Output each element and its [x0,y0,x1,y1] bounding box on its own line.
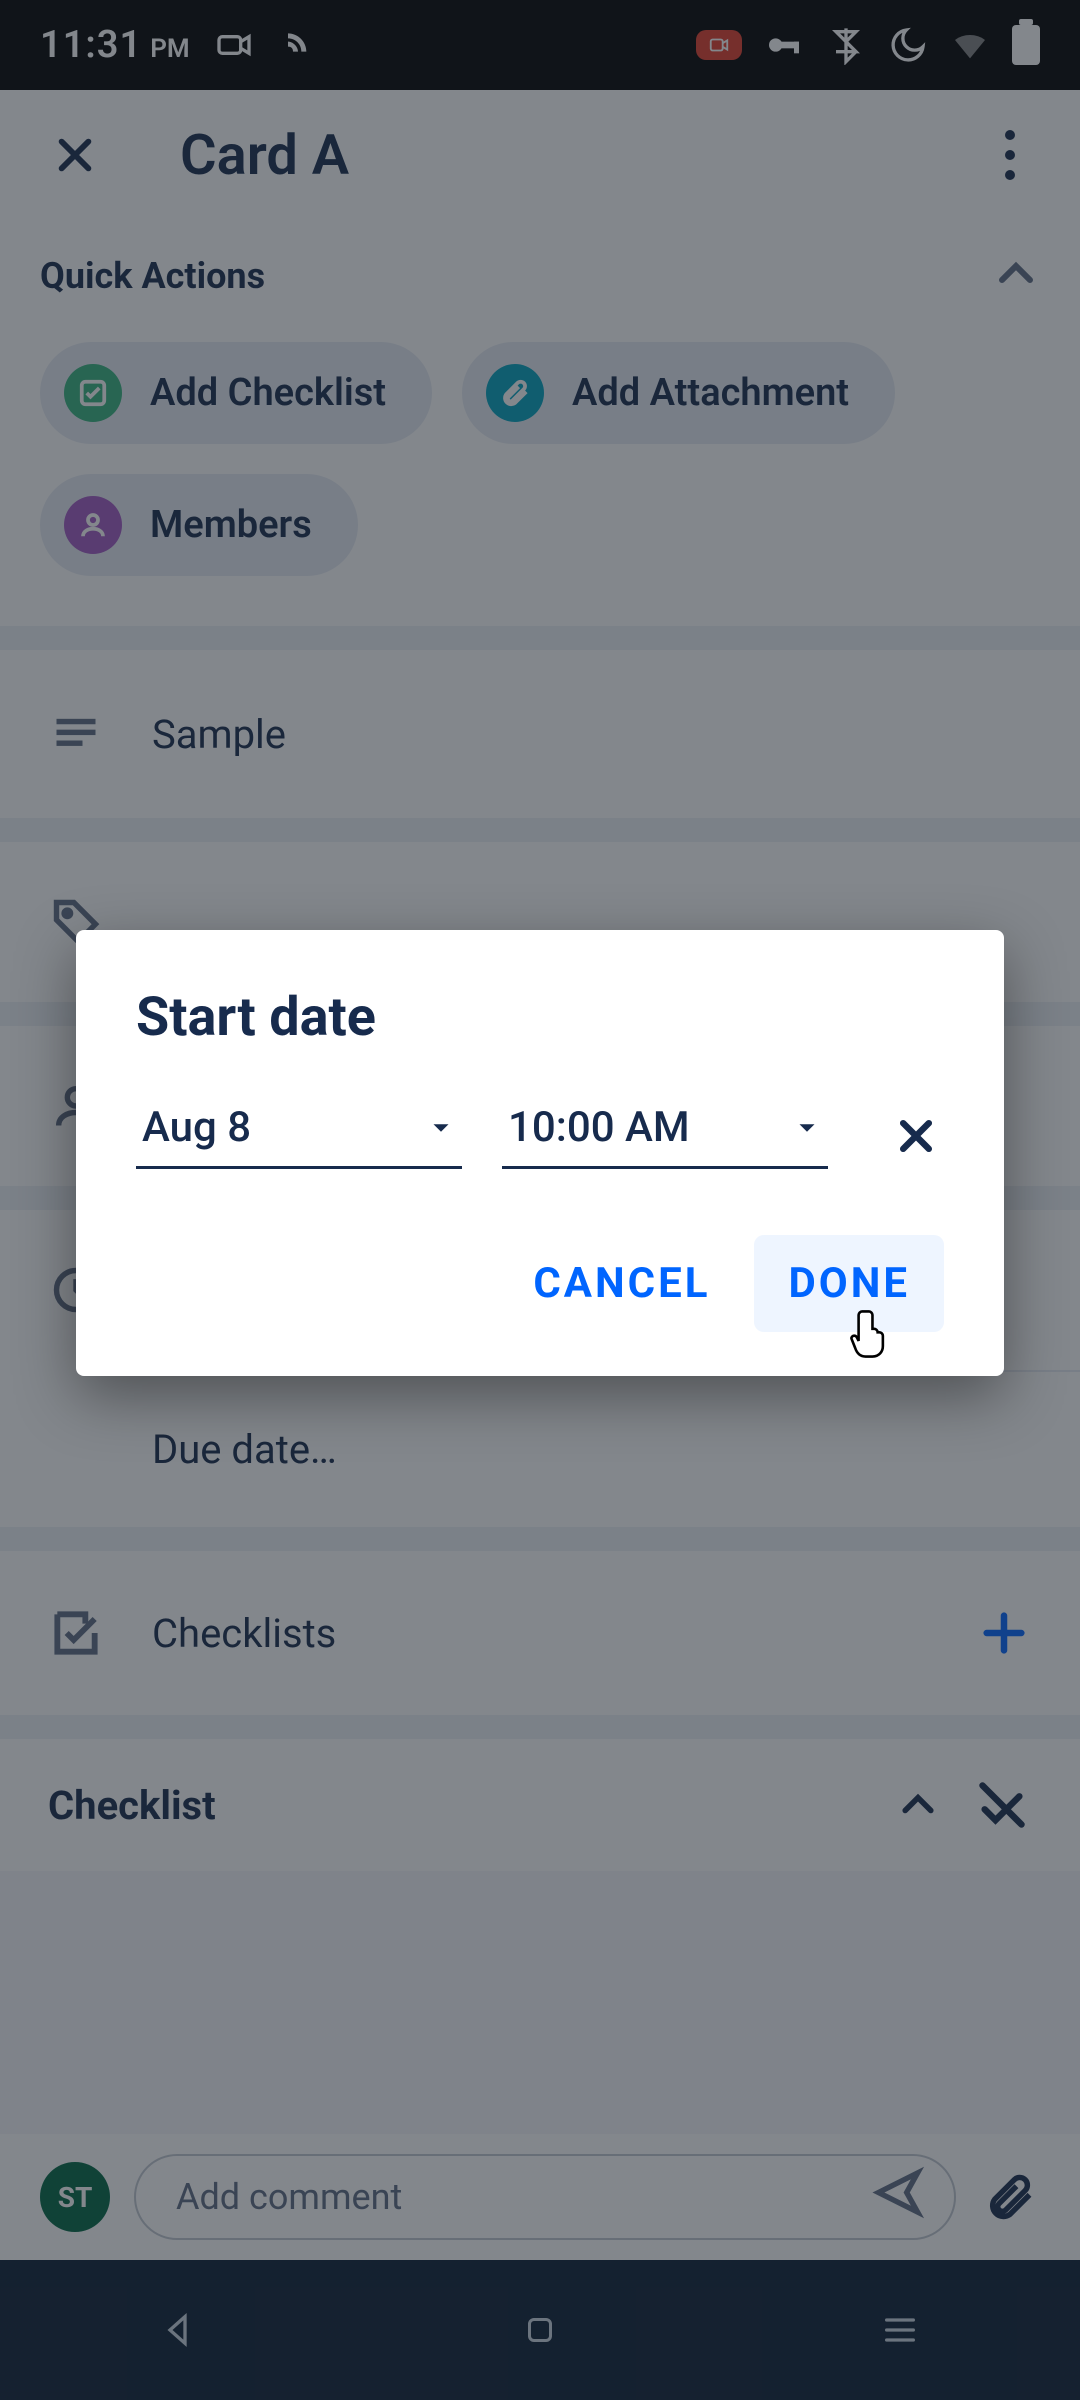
time-picker[interactable]: 10:00 AM [502,1103,828,1169]
time-value: 10:00 AM [508,1103,690,1152]
dialog-title: Start date [136,986,944,1049]
screen: 11:31PM [0,0,1080,2400]
clear-date-button[interactable] [888,1108,944,1164]
date-picker[interactable]: Aug 8 [136,1103,462,1169]
done-button[interactable]: DONE [754,1235,944,1332]
chevron-down-icon [792,1113,822,1143]
cancel-button[interactable]: CANCEL [499,1235,744,1332]
start-date-dialog: Start date Aug 8 10:00 AM CANCEL DONE [76,930,1004,1376]
date-value: Aug 8 [142,1103,251,1152]
chevron-down-icon [426,1113,456,1143]
